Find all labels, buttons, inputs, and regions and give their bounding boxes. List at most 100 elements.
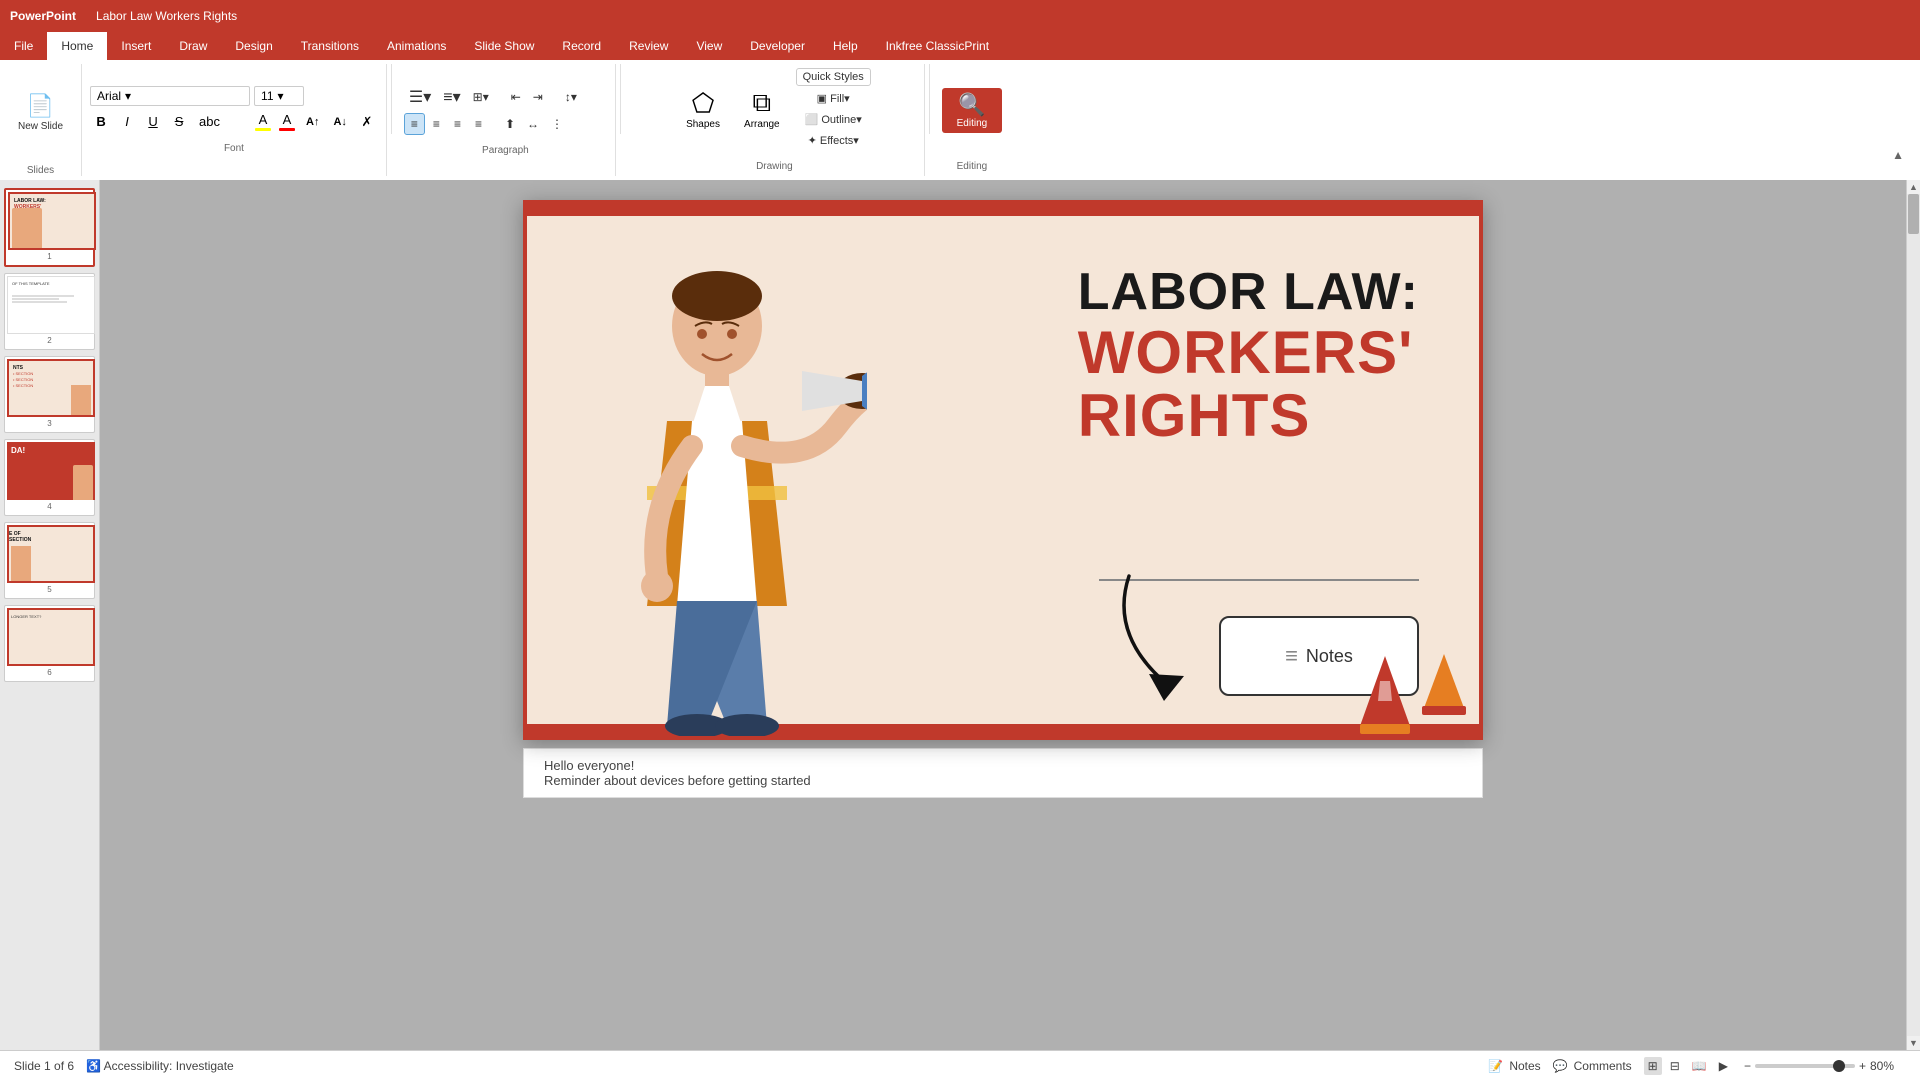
- numbering-button[interactable]: ≡▾: [438, 85, 465, 109]
- tab-insert[interactable]: Insert: [107, 32, 165, 60]
- align-right-button[interactable]: ≡: [448, 114, 467, 134]
- chevron-icon: ▾: [125, 89, 131, 103]
- smartart[interactable]: ⋮: [546, 115, 568, 133]
- zoom-slider[interactable]: [1755, 1064, 1855, 1068]
- slide-panel: LABOR LAW: WORKERS' RIGHTS 1 OF THIS TEM…: [0, 180, 100, 1050]
- tab-transitions[interactable]: Transitions: [287, 32, 373, 60]
- ribbon-group-paragraph: ☰▾ ≡▾ ⊞▾ ⇤ ⇥ ↕▾ ≡ ≡ ≡ ≡ ⬆ ↔ ⋮ Paragraph: [396, 64, 616, 176]
- font-color-button[interactable]: A: [277, 110, 297, 133]
- drawing-group-label: Drawing: [756, 161, 793, 172]
- increase-indent[interactable]: ⇥: [528, 88, 548, 106]
- cone-svg-2: [1419, 646, 1469, 716]
- font-name-dropdown[interactable]: Arial ▾: [90, 86, 250, 106]
- slide-thumb-3[interactable]: NTS • SECTION • SECTION • SECTION 3: [4, 356, 95, 433]
- scroll-up-button[interactable]: ▲: [1907, 180, 1920, 194]
- comments-button[interactable]: Comments: [1574, 1059, 1632, 1073]
- comments-icon: 💬: [1553, 1059, 1568, 1073]
- shape-outline[interactable]: ⬜ Outline▾: [796, 111, 871, 128]
- smallcaps-button[interactable]: abc: [194, 111, 225, 133]
- quick-styles-button[interactable]: Quick Styles: [796, 68, 871, 86]
- zoom-percent[interactable]: 80%: [1870, 1059, 1906, 1073]
- tab-help[interactable]: Help: [819, 32, 872, 60]
- slide-thumb-inner-3: NTS • SECTION • SECTION • SECTION: [7, 359, 95, 417]
- scroll-down-button[interactable]: ▼: [1907, 1036, 1920, 1050]
- slide-thumb-2[interactable]: OF THIS TEMPLATE 2: [4, 273, 95, 350]
- shape-effects[interactable]: ✦ Effects▾: [796, 132, 871, 149]
- slide-thumb-inner-4: DA!: [7, 442, 95, 500]
- tab-home[interactable]: Home: [47, 32, 107, 60]
- column-button[interactable]: ⊞▾: [468, 88, 494, 106]
- editing-label: Editing: [957, 118, 988, 129]
- slide-container: LABOR LAW: WORKERS' RIGHTS: [523, 200, 1483, 740]
- font-size-increase[interactable]: A↑: [301, 111, 324, 133]
- ribbon-sep-1: [391, 64, 392, 134]
- bold-button[interactable]: B: [90, 111, 112, 133]
- clear-formatting-button[interactable]: ✗: [356, 111, 378, 133]
- tab-animations[interactable]: Animations: [373, 32, 460, 60]
- tab-draw[interactable]: Draw: [165, 32, 221, 60]
- zoom-control: − + 80%: [1744, 1059, 1906, 1073]
- arrange-button[interactable]: ⧉ Arrange: [736, 83, 788, 134]
- shapes-button[interactable]: ⬠ Shapes: [678, 84, 728, 134]
- zoom-out-button[interactable]: −: [1744, 1059, 1751, 1073]
- align-left-button[interactable]: ≡: [404, 113, 425, 135]
- tab-view[interactable]: View: [682, 32, 736, 60]
- font-row-1: Arial ▾ 11 ▾: [90, 86, 378, 106]
- ribbon-group-slides: 📄 New Slide Slides: [0, 64, 82, 176]
- text-highlight-button[interactable]: A: [253, 110, 273, 133]
- editing-group-label: Editing: [957, 161, 988, 172]
- bullets-button[interactable]: ☰▾: [404, 85, 436, 109]
- decrease-indent[interactable]: ⇤: [506, 88, 526, 106]
- new-slide-button[interactable]: 📄 New Slide: [10, 89, 71, 136]
- paragraph-group-label: Paragraph: [404, 145, 607, 156]
- reading-view-button[interactable]: 📖: [1688, 1057, 1711, 1075]
- tab-review[interactable]: Review: [615, 32, 682, 60]
- slide-thumb-1[interactable]: LABOR LAW: WORKERS' RIGHTS 1: [4, 188, 95, 267]
- file-name: Labor Law Workers Rights: [96, 9, 237, 23]
- normal-view-button[interactable]: ⊞: [1644, 1057, 1662, 1075]
- ribbon-group-drawing: ⬠ Shapes ⧉ Arrange Quick Styles ▣ Fill▾ …: [625, 64, 925, 176]
- new-slide-area: 📄 New Slide: [10, 64, 71, 161]
- font-size-dropdown[interactable]: 11 ▾: [254, 86, 304, 106]
- worker-figure: [567, 246, 867, 736]
- align-center-button[interactable]: ≡: [427, 114, 446, 134]
- cone-decoration: [1355, 646, 1469, 736]
- underline-button[interactable]: U: [142, 111, 164, 133]
- collapse-ribbon-button[interactable]: ▲: [1892, 148, 1904, 162]
- editing-button[interactable]: 🔍 Editing: [942, 88, 1002, 133]
- italic-button[interactable]: I: [116, 111, 138, 133]
- strikethrough-button[interactable]: S: [168, 111, 190, 133]
- zoom-in-button[interactable]: +: [1859, 1059, 1866, 1073]
- tab-file[interactable]: File: [0, 32, 47, 60]
- slide-thumb-4[interactable]: DA! 4: [4, 439, 95, 516]
- tab-inkfree[interactable]: Inkfree ClassicPrint: [872, 32, 1003, 60]
- status-left: Slide 1 of 6 ♿ Accessibility: Investigat…: [14, 1059, 234, 1073]
- shape-fill[interactable]: ▣ Fill▾: [796, 90, 871, 107]
- notes-bar: Hello everyone! Reminder about devices b…: [523, 748, 1483, 798]
- accessibility-info: ♿ Accessibility: Investigate: [86, 1059, 234, 1073]
- slide-thumb-5[interactable]: E OF SECTION 5: [4, 522, 95, 599]
- justify-button[interactable]: ≡: [469, 114, 488, 134]
- line-spacing[interactable]: ↕▾: [560, 88, 582, 106]
- text-direction[interactable]: ⬆: [500, 115, 520, 133]
- tab-developer[interactable]: Developer: [736, 32, 819, 60]
- slide-thumb-6[interactable]: LONGER TEXT? 6: [4, 605, 95, 682]
- scroll-thumb[interactable]: [1908, 194, 1919, 234]
- text-align-vert[interactable]: ↔: [522, 115, 544, 133]
- zoom-thumb: [1833, 1060, 1845, 1072]
- title-bar: PowerPoint Labor Law Workers Rights: [0, 0, 1920, 32]
- slide-sorter-button[interactable]: ⊟: [1666, 1057, 1684, 1075]
- tab-record[interactable]: Record: [548, 32, 615, 60]
- notes-button[interactable]: Notes: [1509, 1059, 1540, 1073]
- slide-thumb-inner-2: OF THIS TEMPLATE: [7, 276, 95, 334]
- tab-slideshow[interactable]: Slide Show: [460, 32, 548, 60]
- tab-design[interactable]: Design: [221, 32, 286, 60]
- accessibility-icon: ♿: [86, 1059, 101, 1073]
- presenter-view-button[interactable]: ▶: [1715, 1057, 1732, 1075]
- scroll-track: [1907, 194, 1920, 1036]
- slide-main-title: LABOR LAW:: [1078, 264, 1419, 321]
- notes-line2: Reminder about devices before getting st…: [544, 773, 1462, 788]
- shapes-label: Shapes: [686, 119, 720, 130]
- ribbon-sep-2: [620, 64, 621, 134]
- font-size-decrease[interactable]: A↓: [328, 111, 351, 133]
